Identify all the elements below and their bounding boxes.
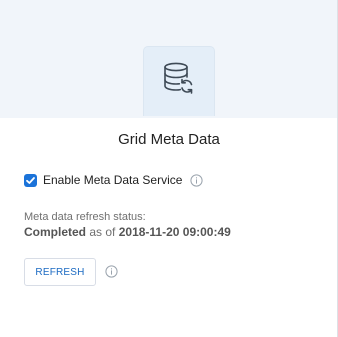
enable-service-checkbox[interactable] [24, 173, 37, 187]
enable-service-row: Enable Meta Data Service [24, 171, 204, 189]
refresh-status-label: Meta data refresh status: [24, 211, 146, 223]
checkmark-icon [26, 176, 35, 184]
refresh-info-icon[interactable] [105, 265, 118, 283]
database-refresh-icon [164, 62, 193, 94]
card-title: Grid Meta Data [118, 131, 220, 148]
enable-service-label[interactable]: Enable Meta Data Service [43, 173, 182, 187]
status-state: Completed [24, 225, 87, 239]
info-icon[interactable] [190, 173, 204, 187]
refresh-button[interactable]: REFRESH [24, 258, 96, 286]
status-timestamp: 2018-11-20 09:00:49 [118, 225, 231, 239]
refresh-status-value: Completed as of 2018-11-20 09:00:49 [24, 225, 231, 239]
status-as-of: as of [89, 225, 116, 239]
grid-meta-data-card: Grid Meta Data Enable Meta Data Service … [0, 0, 338, 337]
database-icon-tile [143, 46, 215, 116]
